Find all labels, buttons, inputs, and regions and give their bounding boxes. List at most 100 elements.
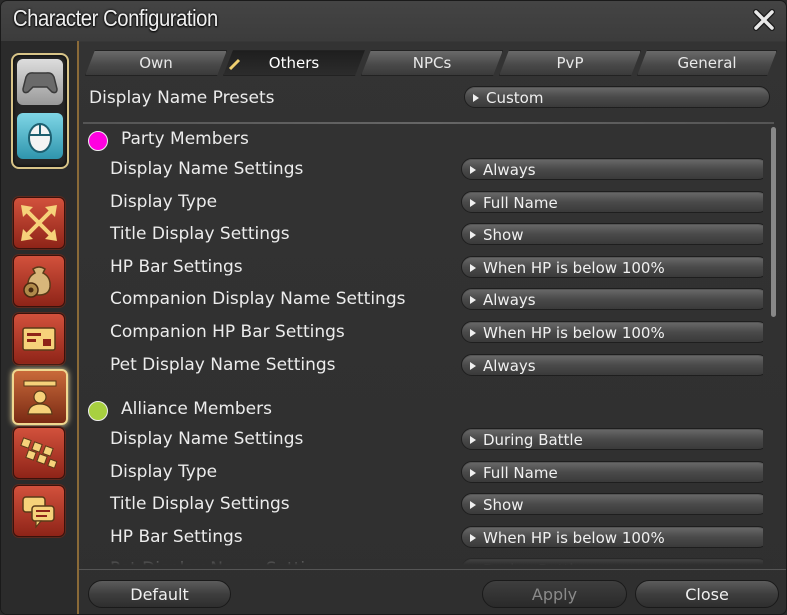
character-configuration-window: Character Configuration Own Others NPCs … <box>0 0 787 615</box>
header-divider <box>83 122 774 124</box>
setting-label: Display Type <box>110 462 218 482</box>
setting-label: HP Bar Settings <box>110 527 243 547</box>
dropdown-arrow-icon <box>470 199 476 207</box>
tab-npcs[interactable]: NPCs <box>361 50 503 76</box>
category-sidebar <box>1 41 79 614</box>
setting-value: When HP is below 100% <box>483 324 665 342</box>
sidebar-item-items[interactable] <box>13 255 65 307</box>
section-header: Alliance Members <box>83 398 763 426</box>
section-color-dot-icon <box>88 131 108 151</box>
setting-row: Display Type Full Name <box>83 189 763 219</box>
dropdown-arrow-icon <box>470 166 476 174</box>
dropdown-arrow-icon <box>470 231 476 239</box>
setting-label: Display Type <box>110 192 218 212</box>
setting-label: Companion Display Name Settings <box>110 289 406 309</box>
setting-row: HP Bar Settings When HP is below 100% <box>83 254 763 284</box>
setting-value: When HP is below 100% <box>483 259 665 277</box>
setting-value: During Battle <box>483 431 583 449</box>
setting-dropdown[interactable]: When HP is below 100% <box>461 256 763 278</box>
setting-row: Title Display Settings Show <box>83 221 763 251</box>
setting-label: Display Name Settings <box>110 429 304 449</box>
setting-value: When HP is below 100% <box>483 529 665 547</box>
section-title: Party Members <box>121 129 249 149</box>
close-icon <box>753 9 775 31</box>
setting-value: Full Name <box>483 194 558 212</box>
setting-value: Show <box>483 496 524 514</box>
sidebar-item-checkered[interactable] <box>13 427 65 479</box>
tab-own[interactable]: Own <box>85 50 227 76</box>
character-icon <box>23 380 57 415</box>
id-card-icon <box>22 327 56 351</box>
setting-row: Display Name Settings During Battle <box>83 426 763 456</box>
setting-row: Title Display Settings Show <box>83 491 763 521</box>
setting-dropdown[interactable]: When HP is below 100% <box>461 526 763 548</box>
window-title: Character Configuration <box>13 5 218 31</box>
setting-label: Title Display Settings <box>110 224 290 244</box>
dropdown-arrow-icon <box>470 534 476 542</box>
setting-row: Companion HP Bar Settings When HP is belo… <box>83 319 763 349</box>
setting-dropdown[interactable]: Show <box>461 493 763 515</box>
list-bottom-fade <box>83 549 773 569</box>
sidebar-item-id-card[interactable] <box>13 313 65 365</box>
settings-list[interactable]: Party Members Display Name Settings Always… <box>83 125 763 567</box>
section-color-dot-icon <box>88 401 108 421</box>
setting-row: Display Type Full Name <box>83 459 763 489</box>
dropdown-arrow-icon <box>470 362 476 370</box>
gamepad-icon <box>22 72 58 94</box>
footer-divider <box>79 569 786 570</box>
close-button[interactable]: Close <box>635 580 779 608</box>
setting-dropdown[interactable]: When HP is below 100% <box>461 321 763 343</box>
tab-others[interactable]: Others <box>223 50 365 76</box>
sidebar-item-character[interactable] <box>12 369 68 425</box>
tab-bar: Own Others NPCs PvP General <box>85 50 775 76</box>
dropdown-arrow-icon <box>470 264 476 272</box>
setting-dropdown[interactable]: Full Name <box>461 191 763 213</box>
setting-label: Display Name Settings <box>110 159 304 179</box>
tab-general[interactable]: General <box>637 50 777 76</box>
setting-dropdown[interactable]: During Battle <box>461 428 763 450</box>
scrollbar-thumb[interactable] <box>771 127 776 317</box>
setting-label: Pet Display Name Settings <box>110 355 336 375</box>
checkered-icon <box>20 437 58 469</box>
sidebar-item-target-settings[interactable] <box>13 197 65 249</box>
dropdown-arrow-icon <box>470 501 476 509</box>
dropdown-arrow-icon <box>473 94 479 102</box>
bag-gear-icon <box>23 266 51 298</box>
setting-row: Companion Display Name Settings Always <box>83 286 763 316</box>
setting-dropdown[interactable]: Always <box>461 288 763 310</box>
setting-dropdown[interactable]: Always <box>461 354 763 376</box>
setting-value: Always <box>483 161 536 179</box>
pencil-icon <box>228 57 242 71</box>
setting-dropdown[interactable]: Full Name <box>461 461 763 483</box>
dropdown-arrow-icon <box>470 296 476 304</box>
dropdown-arrow-icon <box>470 329 476 337</box>
setting-label: HP Bar Settings <box>110 257 243 277</box>
chat-bubbles-icon <box>22 496 55 529</box>
section-header: Party Members <box>83 128 763 156</box>
arrows-icon <box>21 205 57 241</box>
apply-button[interactable]: Apply <box>482 580 627 608</box>
setting-label: Companion HP Bar Settings <box>110 322 345 342</box>
gamepad-mode-button[interactable] <box>17 59 63 105</box>
presets-label: Display Name Presets <box>89 88 275 108</box>
tab-pvp[interactable]: PvP <box>499 50 641 76</box>
dropdown-arrow-icon <box>470 436 476 444</box>
default-button[interactable]: Default <box>88 580 231 608</box>
title-bar[interactable]: Character Configuration <box>1 1 786 41</box>
setting-dropdown[interactable]: Show <box>461 223 763 245</box>
presets-value: Custom <box>486 89 544 107</box>
mouse-mode-button[interactable] <box>17 113 63 159</box>
sidebar-item-chat[interactable] <box>13 485 65 537</box>
tab-others-label: Others <box>268 54 320 72</box>
setting-value: Full Name <box>483 464 558 482</box>
setting-value: Always <box>483 357 536 375</box>
close-window-button[interactable] <box>750 6 778 34</box>
presets-dropdown[interactable]: Custom <box>464 86 770 108</box>
setting-row: Pet Display Name Settings Always <box>83 352 763 382</box>
setting-dropdown[interactable]: Always <box>461 158 763 180</box>
mouse-icon <box>28 123 52 153</box>
section-title: Alliance Members <box>121 399 272 419</box>
setting-value: Show <box>483 226 524 244</box>
setting-label: Title Display Settings <box>110 494 290 514</box>
dropdown-arrow-icon <box>470 469 476 477</box>
